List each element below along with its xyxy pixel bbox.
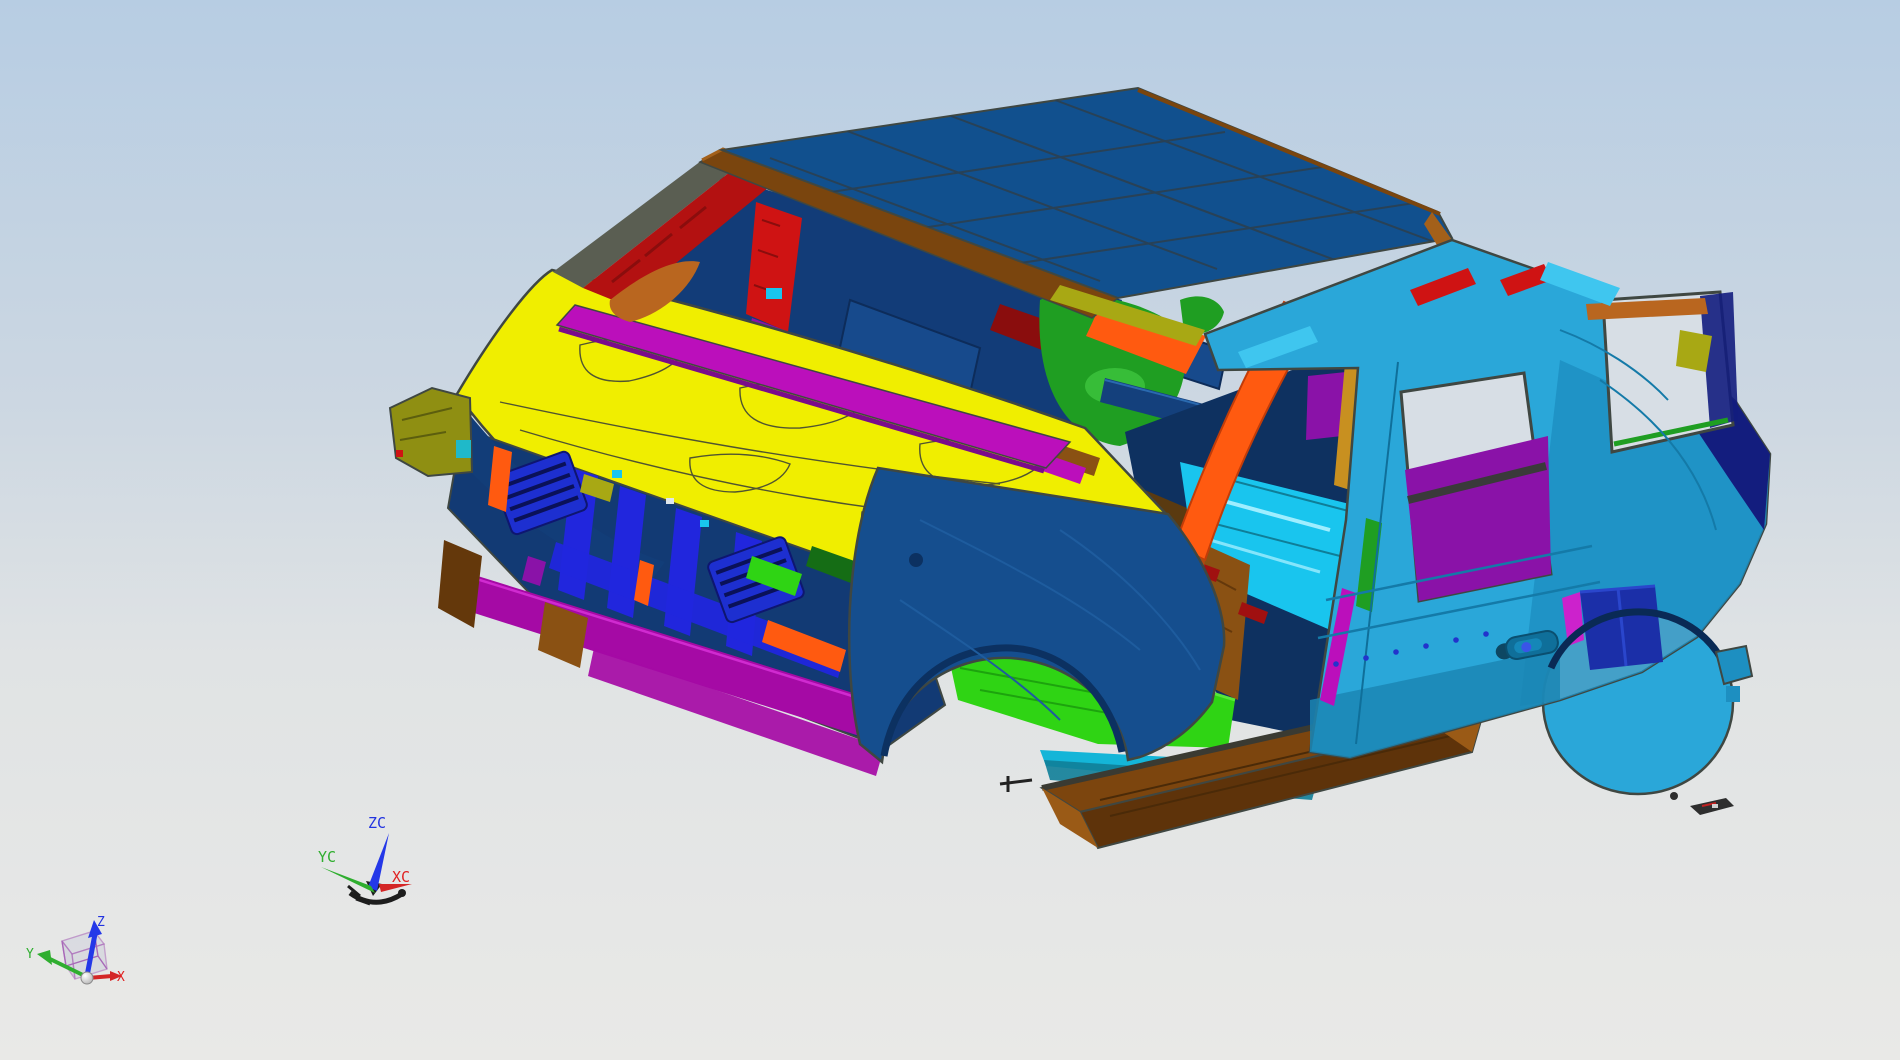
wcs-x-label: XC: [392, 868, 410, 886]
triad-z-label: Z: [97, 915, 105, 930]
triad-y-label: Y: [26, 947, 34, 962]
arch-rear-tab[interactable]: [1726, 686, 1740, 702]
wcs-z-label: ZC: [368, 814, 386, 832]
teal-bracket[interactable]: [456, 440, 471, 458]
red-dot: [396, 450, 403, 457]
cyan-dot: [612, 470, 622, 478]
fender-hole: [909, 553, 923, 567]
loose-bracket-slot: [1712, 804, 1718, 808]
triad-origin-sphere[interactable]: [80, 971, 94, 985]
cyan-bracket[interactable]: [766, 288, 782, 299]
cyan-dot-2: [700, 520, 709, 527]
loose-fastener[interactable]: [1670, 792, 1678, 800]
triad-x-label: X: [117, 970, 125, 985]
wcs-y-label: YC: [318, 848, 336, 866]
white-speck: [666, 498, 674, 504]
cad-viewport[interactable]: ZC YC XC Z Y X: [0, 0, 1900, 1060]
quarter-window-olive-tab[interactable]: [1676, 330, 1712, 372]
wcs-knob[interactable]: [398, 889, 406, 897]
